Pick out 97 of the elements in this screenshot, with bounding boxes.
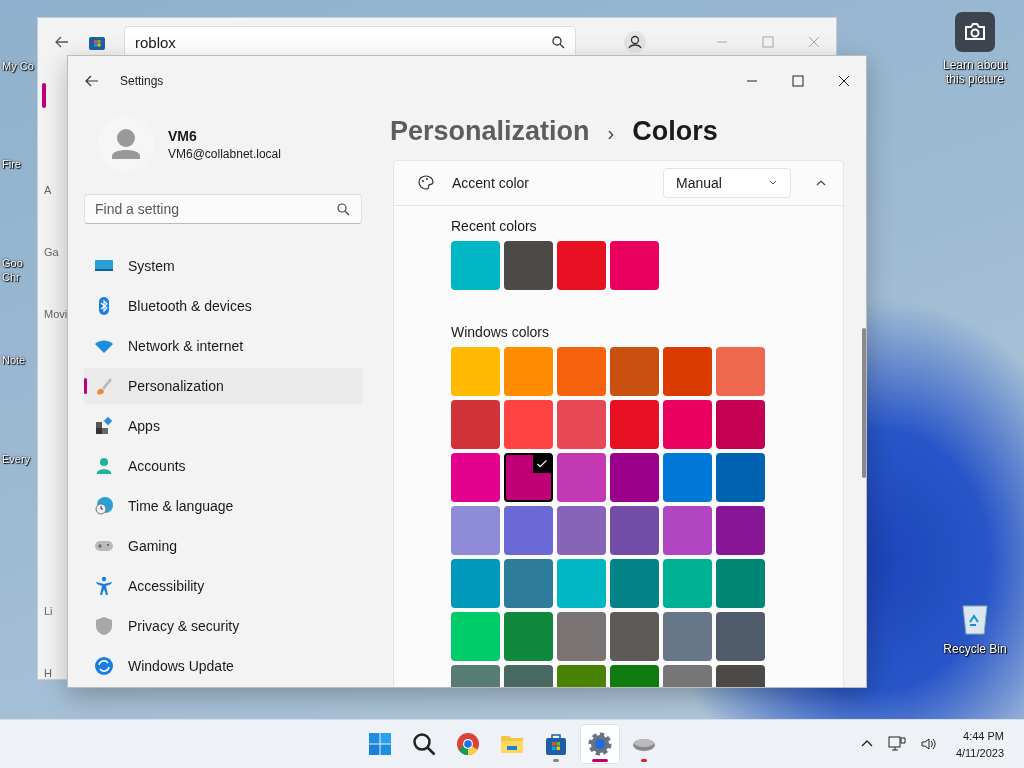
volume-icon[interactable]: [919, 735, 938, 753]
nav-icon: [94, 656, 114, 676]
color-swatch[interactable]: [451, 400, 500, 449]
color-swatch[interactable]: [504, 400, 553, 449]
nav-label[interactable]: H: [44, 667, 52, 679]
color-swatch[interactable]: [451, 559, 500, 608]
back-arrow-icon[interactable]: [54, 34, 70, 50]
back-arrow-icon[interactable]: [84, 73, 100, 89]
page-title: Colors: [632, 116, 718, 147]
selection-indicator: [42, 83, 46, 108]
palette-icon: [416, 173, 436, 193]
color-swatch[interactable]: [663, 506, 712, 555]
nav-item[interactable]: Apps: [84, 408, 363, 444]
mode-dropdown[interactable]: Manual: [663, 168, 791, 198]
color-swatch[interactable]: [716, 453, 765, 502]
close-icon[interactable]: [838, 75, 850, 87]
color-swatch[interactable]: [557, 559, 606, 608]
color-swatch[interactable]: [663, 347, 712, 396]
nav-item[interactable]: Personalization: [84, 368, 363, 404]
search-field[interactable]: roblox: [124, 26, 576, 58]
color-swatch[interactable]: [504, 241, 553, 290]
network-icon[interactable]: [887, 735, 906, 753]
desktop-icon-label[interactable]: Recycle Bin: [943, 642, 1007, 656]
gear-icon[interactable]: [587, 731, 613, 757]
store-icon[interactable]: [543, 731, 569, 757]
user-name: VM6: [168, 127, 198, 144]
color-swatch[interactable]: [663, 612, 712, 661]
clock-date[interactable]: 4/11/2023: [955, 746, 1004, 759]
nav-label[interactable]: A: [44, 184, 52, 196]
search-icon[interactable]: [336, 202, 350, 216]
nav-item[interactable]: Accounts: [84, 448, 363, 484]
color-swatch[interactable]: [610, 241, 659, 290]
color-swatch[interactable]: [716, 559, 765, 608]
search-icon[interactable]: [551, 35, 565, 49]
nav-icon: [94, 376, 114, 396]
color-swatch[interactable]: [610, 453, 659, 502]
nav-label[interactable]: Li: [44, 605, 53, 617]
color-swatch[interactable]: [716, 506, 765, 555]
color-swatch[interactable]: [451, 506, 500, 555]
nav-icon: [94, 576, 114, 596]
color-swatch[interactable]: [504, 506, 553, 555]
color-swatch[interactable]: [451, 347, 500, 396]
user-email: VM6@collabnet.local: [168, 146, 281, 161]
color-swatch[interactable]: [716, 612, 765, 661]
nav-item[interactable]: Privacy & security: [84, 608, 363, 644]
checkmark-icon: [533, 455, 551, 473]
setting-label: Accent color: [452, 175, 531, 191]
color-swatch[interactable]: [504, 559, 553, 608]
color-swatch[interactable]: [610, 559, 659, 608]
color-swatch[interactable]: [716, 400, 765, 449]
color-swatch[interactable]: [557, 241, 606, 290]
color-swatch[interactable]: [610, 506, 659, 555]
nav-item[interactable]: Accessibility: [84, 568, 363, 604]
color-swatch[interactable]: [663, 400, 712, 449]
nav-icon: [94, 416, 114, 436]
color-swatch[interactable]: [610, 612, 659, 661]
color-swatch[interactable]: [451, 453, 500, 502]
nav-item[interactable]: Gaming: [84, 528, 363, 564]
color-swatch[interactable]: [504, 612, 553, 661]
color-swatch[interactable]: [610, 347, 659, 396]
search-icon[interactable]: [411, 731, 437, 757]
section-label: Windows colors: [451, 324, 551, 340]
avatar-icon[interactable]: [624, 31, 646, 53]
nav-icon: [94, 456, 114, 476]
nav-icon: [94, 616, 114, 636]
nav-label[interactable]: Movi: [44, 308, 68, 320]
camera-icon[interactable]: [955, 12, 995, 52]
nav-item[interactable]: Time & language: [84, 488, 363, 524]
color-swatch[interactable]: [451, 612, 500, 661]
color-swatch[interactable]: [716, 347, 765, 396]
section-label: Recent colors: [451, 218, 538, 234]
color-swatch[interactable]: [557, 612, 606, 661]
scrollbar[interactable]: [862, 328, 866, 478]
color-swatch[interactable]: [504, 347, 553, 396]
clock-time[interactable]: 4:44 PM: [963, 729, 1004, 742]
search-field[interactable]: Find a setting: [84, 194, 362, 224]
color-swatch[interactable]: [451, 241, 500, 290]
color-swatch[interactable]: [504, 453, 553, 502]
color-swatch[interactable]: [557, 400, 606, 449]
nav-item[interactable]: Network & internet: [84, 328, 363, 364]
nav-item[interactable]: Windows Update: [84, 648, 363, 684]
color-swatch[interactable]: [610, 400, 659, 449]
color-swatch[interactable]: [557, 453, 606, 502]
browser-icon[interactable]: [455, 731, 481, 757]
maximize-icon[interactable]: [792, 75, 804, 87]
start-icon[interactable]: [367, 731, 393, 757]
nav-icon: [94, 496, 114, 516]
nav-label[interactable]: Ga: [44, 246, 59, 258]
color-swatch[interactable]: [663, 559, 712, 608]
nav-item[interactable]: System: [84, 248, 363, 284]
breadcrumb-link[interactable]: Personalization: [390, 116, 590, 147]
window-title: Settings: [120, 74, 164, 88]
nav-item[interactable]: Bluetooth & devices: [84, 288, 363, 324]
color-swatch[interactable]: [557, 506, 606, 555]
color-swatch[interactable]: [557, 347, 606, 396]
color-swatch[interactable]: [663, 453, 712, 502]
breadcrumb-separator: ›: [607, 122, 615, 145]
